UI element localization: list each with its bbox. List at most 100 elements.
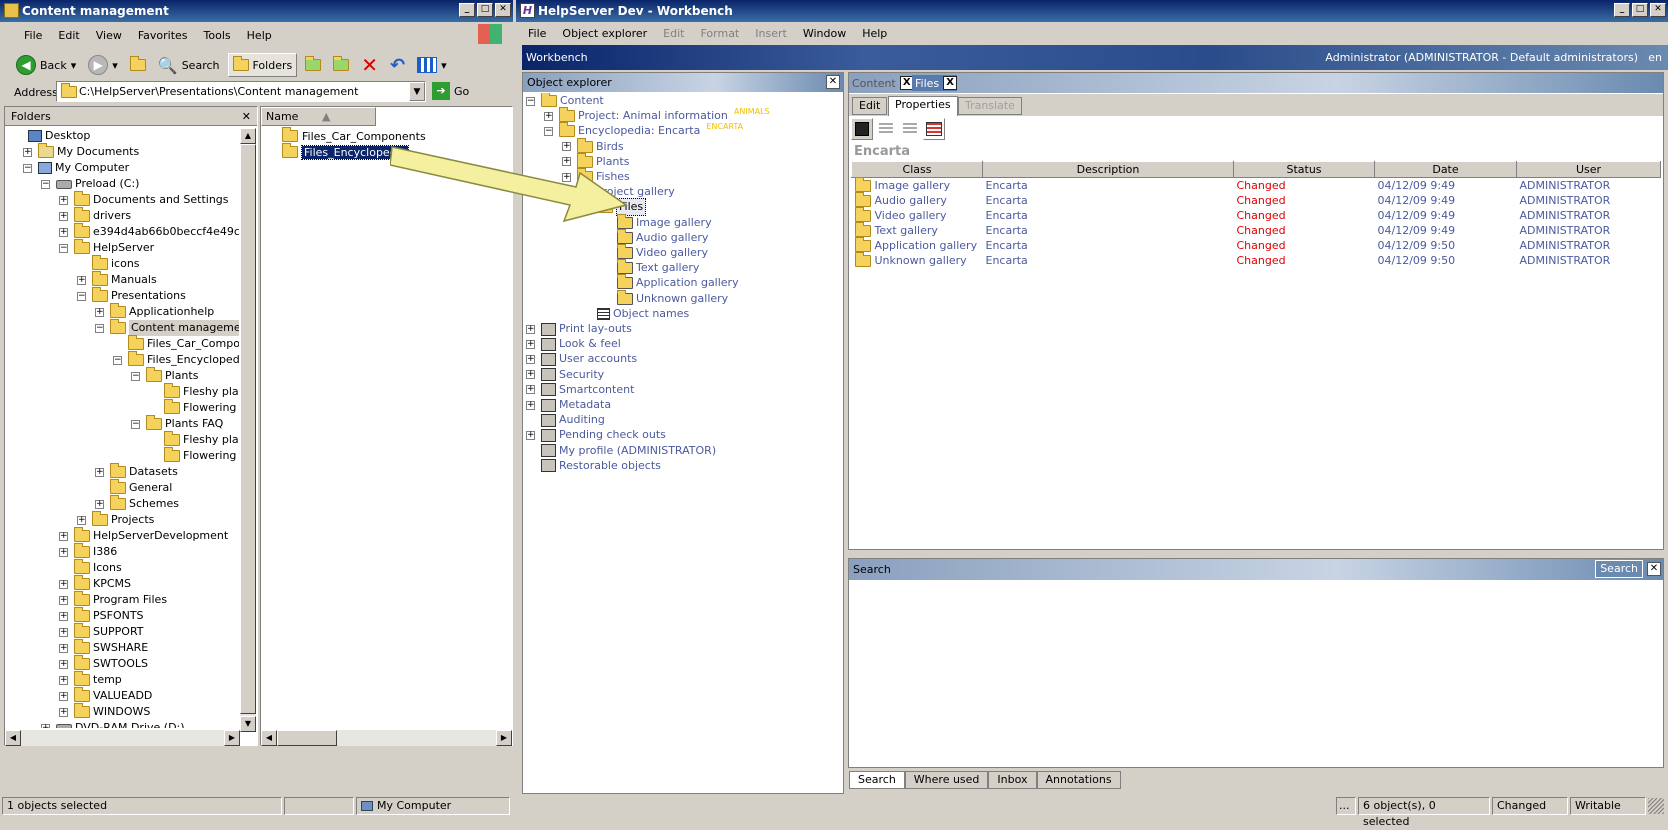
expand-icon[interactable]: + xyxy=(59,195,68,205)
expand-icon[interactable]: + xyxy=(59,691,68,701)
collapse-icon[interactable]: − xyxy=(526,96,535,106)
menu-item[interactable]: Edit xyxy=(655,27,692,40)
views-button[interactable]: ▾ xyxy=(413,53,451,77)
maximize-button[interactable]: □ xyxy=(477,3,493,17)
expand-icon[interactable]: + xyxy=(59,531,68,541)
table-row[interactable]: Image gallery Encarta Changed 04/12/09 9:49… xyxy=(852,176,1661,193)
expand-icon[interactable]: + xyxy=(526,354,535,364)
expand-icon[interactable]: + xyxy=(526,370,535,380)
collapse-icon[interactable]: − xyxy=(95,323,104,333)
column-header-description[interactable]: Description xyxy=(982,161,1234,178)
bottom-tab[interactable]: Annotations xyxy=(1036,771,1121,789)
tree-item[interactable]: + PSFONTS xyxy=(59,607,144,624)
expand-icon[interactable]: + xyxy=(59,643,68,653)
tree-item[interactable]: + My Documents xyxy=(23,143,139,160)
table-row[interactable]: Unknown gallery Encarta Changed 04/12/09 9:… xyxy=(852,251,1661,268)
menu-item[interactable]: View xyxy=(88,29,130,42)
expand-icon[interactable]: + xyxy=(526,430,535,440)
undo-button[interactable]: ↶ xyxy=(386,53,409,77)
minimize-button[interactable]: _ xyxy=(459,3,475,17)
language-button[interactable]: en xyxy=(1648,45,1662,70)
expand-icon[interactable]: + xyxy=(59,547,68,557)
tree-item[interactable]: + temp xyxy=(59,671,122,688)
delete-button[interactable]: ✕ xyxy=(357,53,382,77)
collapse-icon[interactable]: − xyxy=(59,243,68,253)
tree-item[interactable]: Fleshy plants xyxy=(149,383,239,400)
tree-item[interactable]: − Plants FAQ xyxy=(131,415,223,432)
table-row[interactable]: Video gallery Encarta Changed 04/12/09 9:49… xyxy=(852,206,1661,223)
subtab-edit[interactable]: Edit xyxy=(852,97,888,115)
object-tree-item[interactable]: + Security xyxy=(526,367,604,383)
menu-item[interactable]: Favorites xyxy=(130,29,196,42)
expand-icon[interactable]: + xyxy=(59,659,68,669)
forward-button[interactable]: ▶ ▾ xyxy=(84,53,122,77)
scroll-left-button[interactable]: ◀ xyxy=(261,730,277,746)
close-button[interactable]: ✕ xyxy=(1650,3,1666,17)
expand-icon[interactable]: + xyxy=(526,385,535,395)
close-pane-icon[interactable]: ✕ xyxy=(826,75,840,89)
expand-icon[interactable]: + xyxy=(95,307,104,317)
tree-item[interactable]: + SWSHARE xyxy=(59,639,148,656)
scroll-down-button[interactable]: ▼ xyxy=(240,716,256,732)
menu-item[interactable]: File xyxy=(520,27,554,40)
close-tab-icon[interactable]: X xyxy=(943,76,958,90)
expand-icon[interactable]: + xyxy=(59,627,68,637)
move-to-button[interactable] xyxy=(301,53,325,77)
status-ellipsis-button[interactable]: ... xyxy=(1336,797,1356,815)
object-tree-item[interactable]: Restorable objects xyxy=(526,458,661,474)
expand-icon[interactable]: + xyxy=(526,339,535,349)
menu-item[interactable]: Window xyxy=(795,27,854,40)
tree-item[interactable]: − My Computer xyxy=(23,160,129,176)
collapse-icon[interactable]: − xyxy=(131,419,140,429)
subtab-translate[interactable]: Translate xyxy=(958,97,1022,115)
dropdown-arrow-icon[interactable]: ▾ xyxy=(71,59,77,72)
list-button-1[interactable] xyxy=(875,118,897,140)
up-folder-button[interactable] xyxy=(126,53,150,77)
name-column-header[interactable]: Name ▲ xyxy=(261,107,376,126)
tree-item[interactable]: + DVD-RAM Drive (D:) xyxy=(41,720,185,728)
expand-icon[interactable]: + xyxy=(95,467,104,477)
menu-item[interactable]: Help xyxy=(239,29,280,42)
tree-item[interactable]: − Preload (C:) xyxy=(41,176,139,192)
table-row[interactable]: Text gallery Encarta Changed 04/12/09 9:49 A… xyxy=(852,221,1661,238)
dropdown-arrow-icon[interactable]: ▾ xyxy=(112,59,118,72)
tree-item[interactable]: + Schemes xyxy=(95,495,179,512)
object-tree-item[interactable]: + Print lay-outs xyxy=(526,321,632,337)
tree-item[interactable]: − Files_Encyclopedia xyxy=(113,351,239,368)
address-dropdown-button[interactable]: ▼ xyxy=(409,82,425,101)
scroll-up-button[interactable]: ▲ xyxy=(240,128,256,144)
object-tree-item[interactable]: + Pending check outs xyxy=(526,427,666,443)
close-pane-icon[interactable]: ✕ xyxy=(242,107,251,126)
tree-item[interactable]: + Documents and Settings xyxy=(59,191,229,208)
expand-icon[interactable]: + xyxy=(23,147,32,157)
object-tree-item[interactable]: Object names xyxy=(582,306,689,322)
dropdown-arrow-icon[interactable]: ▾ xyxy=(441,59,447,72)
workbench-title-bar[interactable]: H HelpServer Dev - Workbench _ □ ✕ xyxy=(516,0,1668,22)
save-button[interactable] xyxy=(851,118,873,140)
tree-item[interactable]: Flowering plants xyxy=(149,447,239,464)
collapse-icon[interactable]: − xyxy=(41,179,50,189)
expand-icon[interactable]: + xyxy=(59,675,68,685)
tree-item[interactable]: General xyxy=(95,479,172,496)
copy-to-button[interactable] xyxy=(329,53,353,77)
maximize-button[interactable]: □ xyxy=(1632,3,1648,17)
list-button-2[interactable] xyxy=(899,118,921,140)
bottom-tab[interactable]: Search xyxy=(849,771,905,789)
expand-icon[interactable]: + xyxy=(544,111,553,121)
explorer-title-bar[interactable]: Content management _ □ ✕ xyxy=(0,0,513,22)
bottom-tab[interactable]: Inbox xyxy=(988,771,1037,789)
tree-item[interactable]: Flowering plants xyxy=(149,399,239,416)
collapse-icon[interactable]: − xyxy=(113,355,122,365)
tree-item[interactable]: + WINDOWS xyxy=(59,703,150,720)
scroll-thumb[interactable] xyxy=(277,730,337,746)
resize-grip-icon[interactable] xyxy=(1648,798,1664,814)
menu-item[interactable]: Edit xyxy=(50,29,87,42)
expand-icon[interactable]: + xyxy=(59,595,68,605)
folders-button[interactable]: Folders xyxy=(227,53,298,77)
object-tree-item[interactable]: + User accounts xyxy=(526,351,637,367)
expand-icon[interactable]: + xyxy=(77,275,86,285)
expand-icon[interactable]: + xyxy=(59,707,68,717)
menu-item[interactable]: Format xyxy=(692,27,747,40)
expand-icon[interactable]: + xyxy=(59,227,68,237)
tree-item[interactable]: + SUPPORT xyxy=(59,623,144,640)
